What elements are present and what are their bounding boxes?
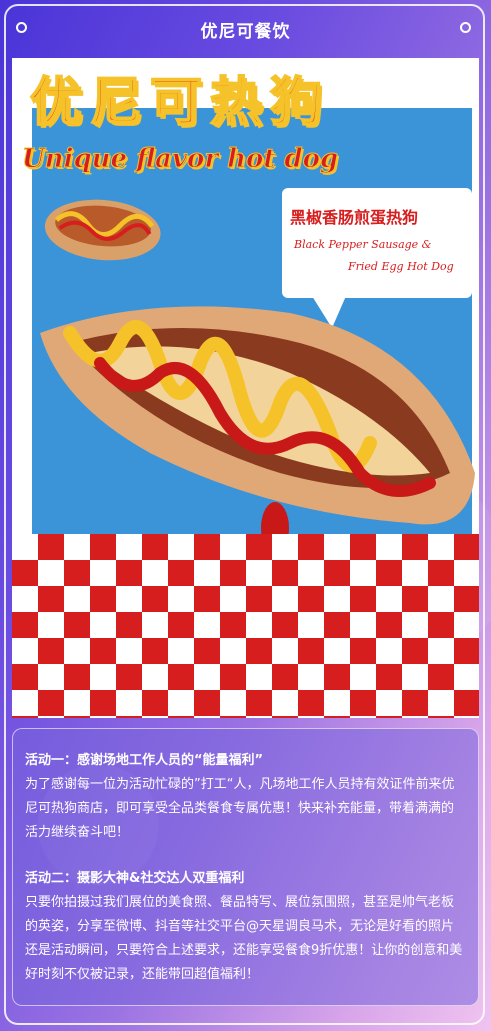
activity-2-title: 活动二：摄影大神&社交达人双重福利: [25, 871, 245, 886]
promo-poster: 优尼可热狗 Unique flavor hot dog 黑椒香肠煎蛋热狗 Bla…: [12, 58, 479, 718]
checkerboard-pattern: [12, 534, 479, 718]
header: 优尼可餐饮: [0, 0, 491, 58]
activity-2-body: 只要你拍摄过我们展位的美食照、餐品特写、展位氛围照，甚至是帅气老板的英姿，分享至…: [25, 895, 463, 982]
poster-title: 优尼可热狗: [29, 72, 331, 134]
small-hotdog-image: [44, 199, 161, 261]
hotdog-image: [40, 306, 475, 554]
poster-subtitle: Unique flavor hot dog: [21, 144, 339, 175]
activity-info-card: 活动一：感谢场地工作人员的“能量福利” 为了感谢每一位为活动忙碌的”打工“人，凡…: [12, 728, 479, 1006]
circle-icon: [460, 22, 471, 33]
page-title: 优尼可餐饮: [200, 22, 291, 42]
product-name-en-line1: Black Pepper Sausage &: [294, 238, 432, 251]
product-name-en-line2: Fried Egg Hot Dog: [348, 260, 454, 273]
activity-1-title: 活动一：感谢场地工作人员的“能量福利”: [25, 753, 264, 768]
activity-1-body: 为了感谢每一位为活动忙碌的”打工“人，凡场地工作人员持有效证件前来优尼可热狗商店…: [25, 777, 455, 840]
product-name: 黑椒香肠煎蛋热狗: [290, 208, 419, 227]
